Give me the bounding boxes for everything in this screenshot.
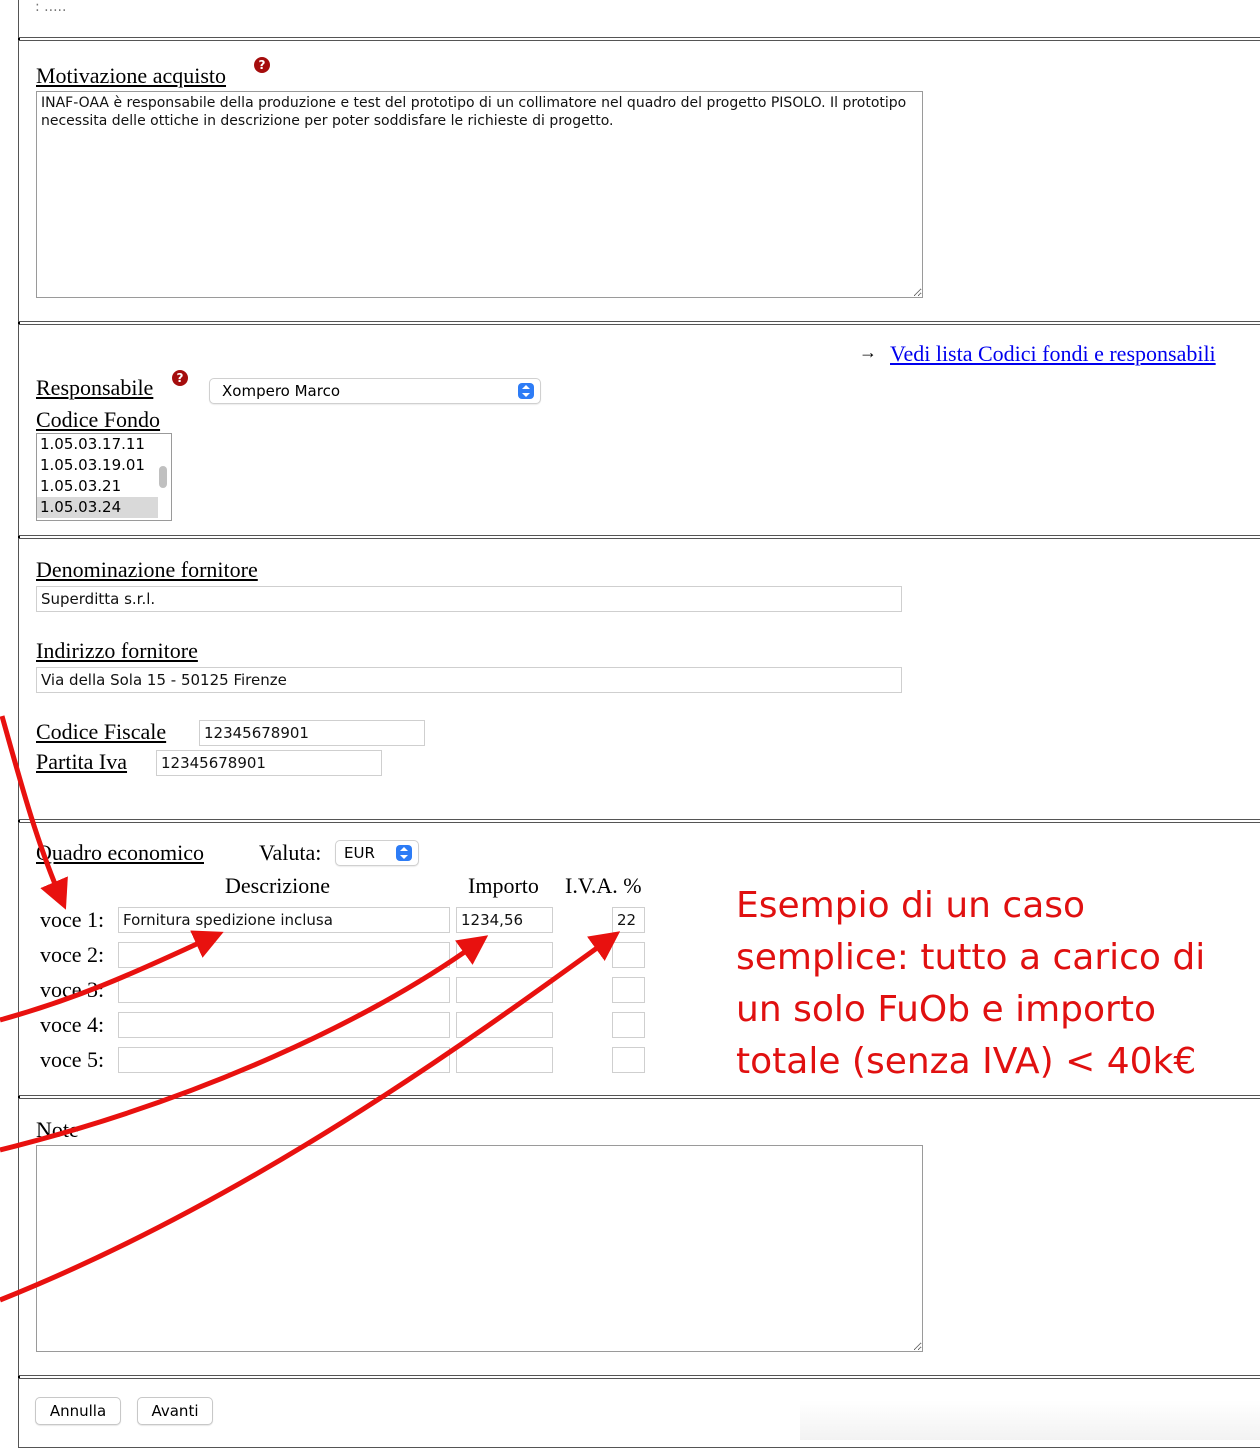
- bottom-shadow: [800, 1400, 1260, 1440]
- voce-iva-field[interactable]: [612, 1012, 645, 1038]
- codice-fondo-listbox[interactable]: 1.05.03.17.11 1.05.03.19.01 1.05.03.21 1…: [36, 433, 172, 521]
- responsabile-value: Xompero Marco: [222, 382, 340, 400]
- col-importo: Importo: [468, 873, 539, 898]
- voce-label: voce 5:: [40, 1047, 105, 1072]
- annulla-button[interactable]: Annulla: [35, 1397, 121, 1425]
- voce-descrizione-field[interactable]: [118, 1047, 450, 1073]
- voce-iva-field[interactable]: [612, 942, 645, 968]
- select-chevron-icon: [396, 845, 412, 861]
- voce-descrizione-field[interactable]: [118, 942, 450, 968]
- select-chevron-icon: [518, 383, 534, 399]
- indirizzo-label: Indirizzo fornitore: [36, 638, 198, 663]
- fornitore-section: Denominazione fornitore Superditta s.r.l…: [18, 538, 1260, 820]
- col-iva: I.V.A. %: [565, 873, 642, 898]
- note-label: Note: [36, 1117, 79, 1142]
- codice-fondo-option[interactable]: 1.05.03.19.01: [37, 455, 171, 476]
- voce-importo-field[interactable]: [456, 1012, 553, 1038]
- voce-iva-field[interactable]: [612, 1047, 645, 1073]
- codice-fiscale-field[interactable]: 12345678901: [199, 720, 425, 746]
- voce-iva-field[interactable]: [612, 977, 645, 1003]
- header-remnant-box: : .....: [18, 0, 1260, 38]
- valuta-label: Valuta:: [259, 840, 322, 865]
- link-arrow-icon: →: [859, 342, 877, 362]
- voce-label: voce 2:: [40, 942, 105, 967]
- motivazione-label: Motivazione acquisto: [36, 63, 227, 88]
- note-textarea[interactable]: [36, 1145, 923, 1352]
- annotation-text: Esempio di un caso semplice: tutto a car…: [736, 885, 1206, 1082]
- fondi-section: → Vedi lista Codici fondi e responsabili…: [18, 324, 1260, 536]
- header-remnant: : .....: [35, 0, 67, 15]
- voce-label: voce 3:: [40, 977, 105, 1002]
- voce-importo-field[interactable]: [456, 1047, 553, 1073]
- voce-importo-field[interactable]: [456, 977, 553, 1003]
- voce-iva-field[interactable]: 22: [612, 907, 645, 933]
- codice-fondo-option-selected[interactable]: 1.05.03.24: [37, 497, 158, 518]
- indirizzo-field[interactable]: Via della Sola 15 - 50125 Firenze: [36, 667, 902, 693]
- col-descrizione: Descrizione: [225, 873, 331, 898]
- voce-label: voce 4:: [40, 1012, 105, 1037]
- note-section: Note: [18, 1098, 1260, 1376]
- voce-descrizione-field[interactable]: Fornitura spedizione inclusa: [118, 907, 450, 933]
- avanti-button[interactable]: Avanti: [137, 1397, 213, 1425]
- motivazione-section: Motivazione acquisto ? INAF-OAA è respon…: [18, 40, 1260, 322]
- motivazione-textarea[interactable]: INAF-OAA è responsabile della produzione…: [36, 91, 923, 298]
- responsabile-label: Responsabile: [36, 375, 154, 400]
- listbox-scrollbar[interactable]: [159, 466, 167, 488]
- codice-fondo-label: Codice Fondo: [36, 407, 161, 432]
- quadro-label: Quadro economico: [36, 840, 204, 865]
- responsabile-select[interactable]: Xompero Marco: [209, 378, 541, 404]
- voce-importo-field[interactable]: [456, 942, 553, 968]
- voce-descrizione-field[interactable]: [118, 1012, 450, 1038]
- partita-iva-field[interactable]: 12345678901: [156, 750, 382, 776]
- codice-fiscale-label: Codice Fiscale: [36, 719, 167, 744]
- valuta-value: EUR: [344, 844, 375, 862]
- voce-label: voce 1:: [40, 907, 105, 932]
- partita-iva-label: Partita Iva: [36, 749, 128, 774]
- codice-fondo-option[interactable]: 1.05.03.21: [37, 476, 171, 497]
- voce-descrizione-field[interactable]: [118, 977, 450, 1003]
- denominazione-field[interactable]: Superditta s.r.l.: [36, 586, 902, 612]
- help-icon[interactable]: ?: [172, 370, 188, 386]
- valuta-select[interactable]: EUR: [335, 840, 419, 866]
- help-icon[interactable]: ?: [254, 57, 270, 73]
- codici-fondi-link[interactable]: Vedi lista Codici fondi e responsabili: [890, 341, 1216, 367]
- denominazione-label: Denominazione fornitore: [36, 557, 258, 582]
- codice-fondo-option[interactable]: 1.05.03.17.11: [37, 434, 171, 455]
- voce-importo-field[interactable]: 1234,56: [456, 907, 553, 933]
